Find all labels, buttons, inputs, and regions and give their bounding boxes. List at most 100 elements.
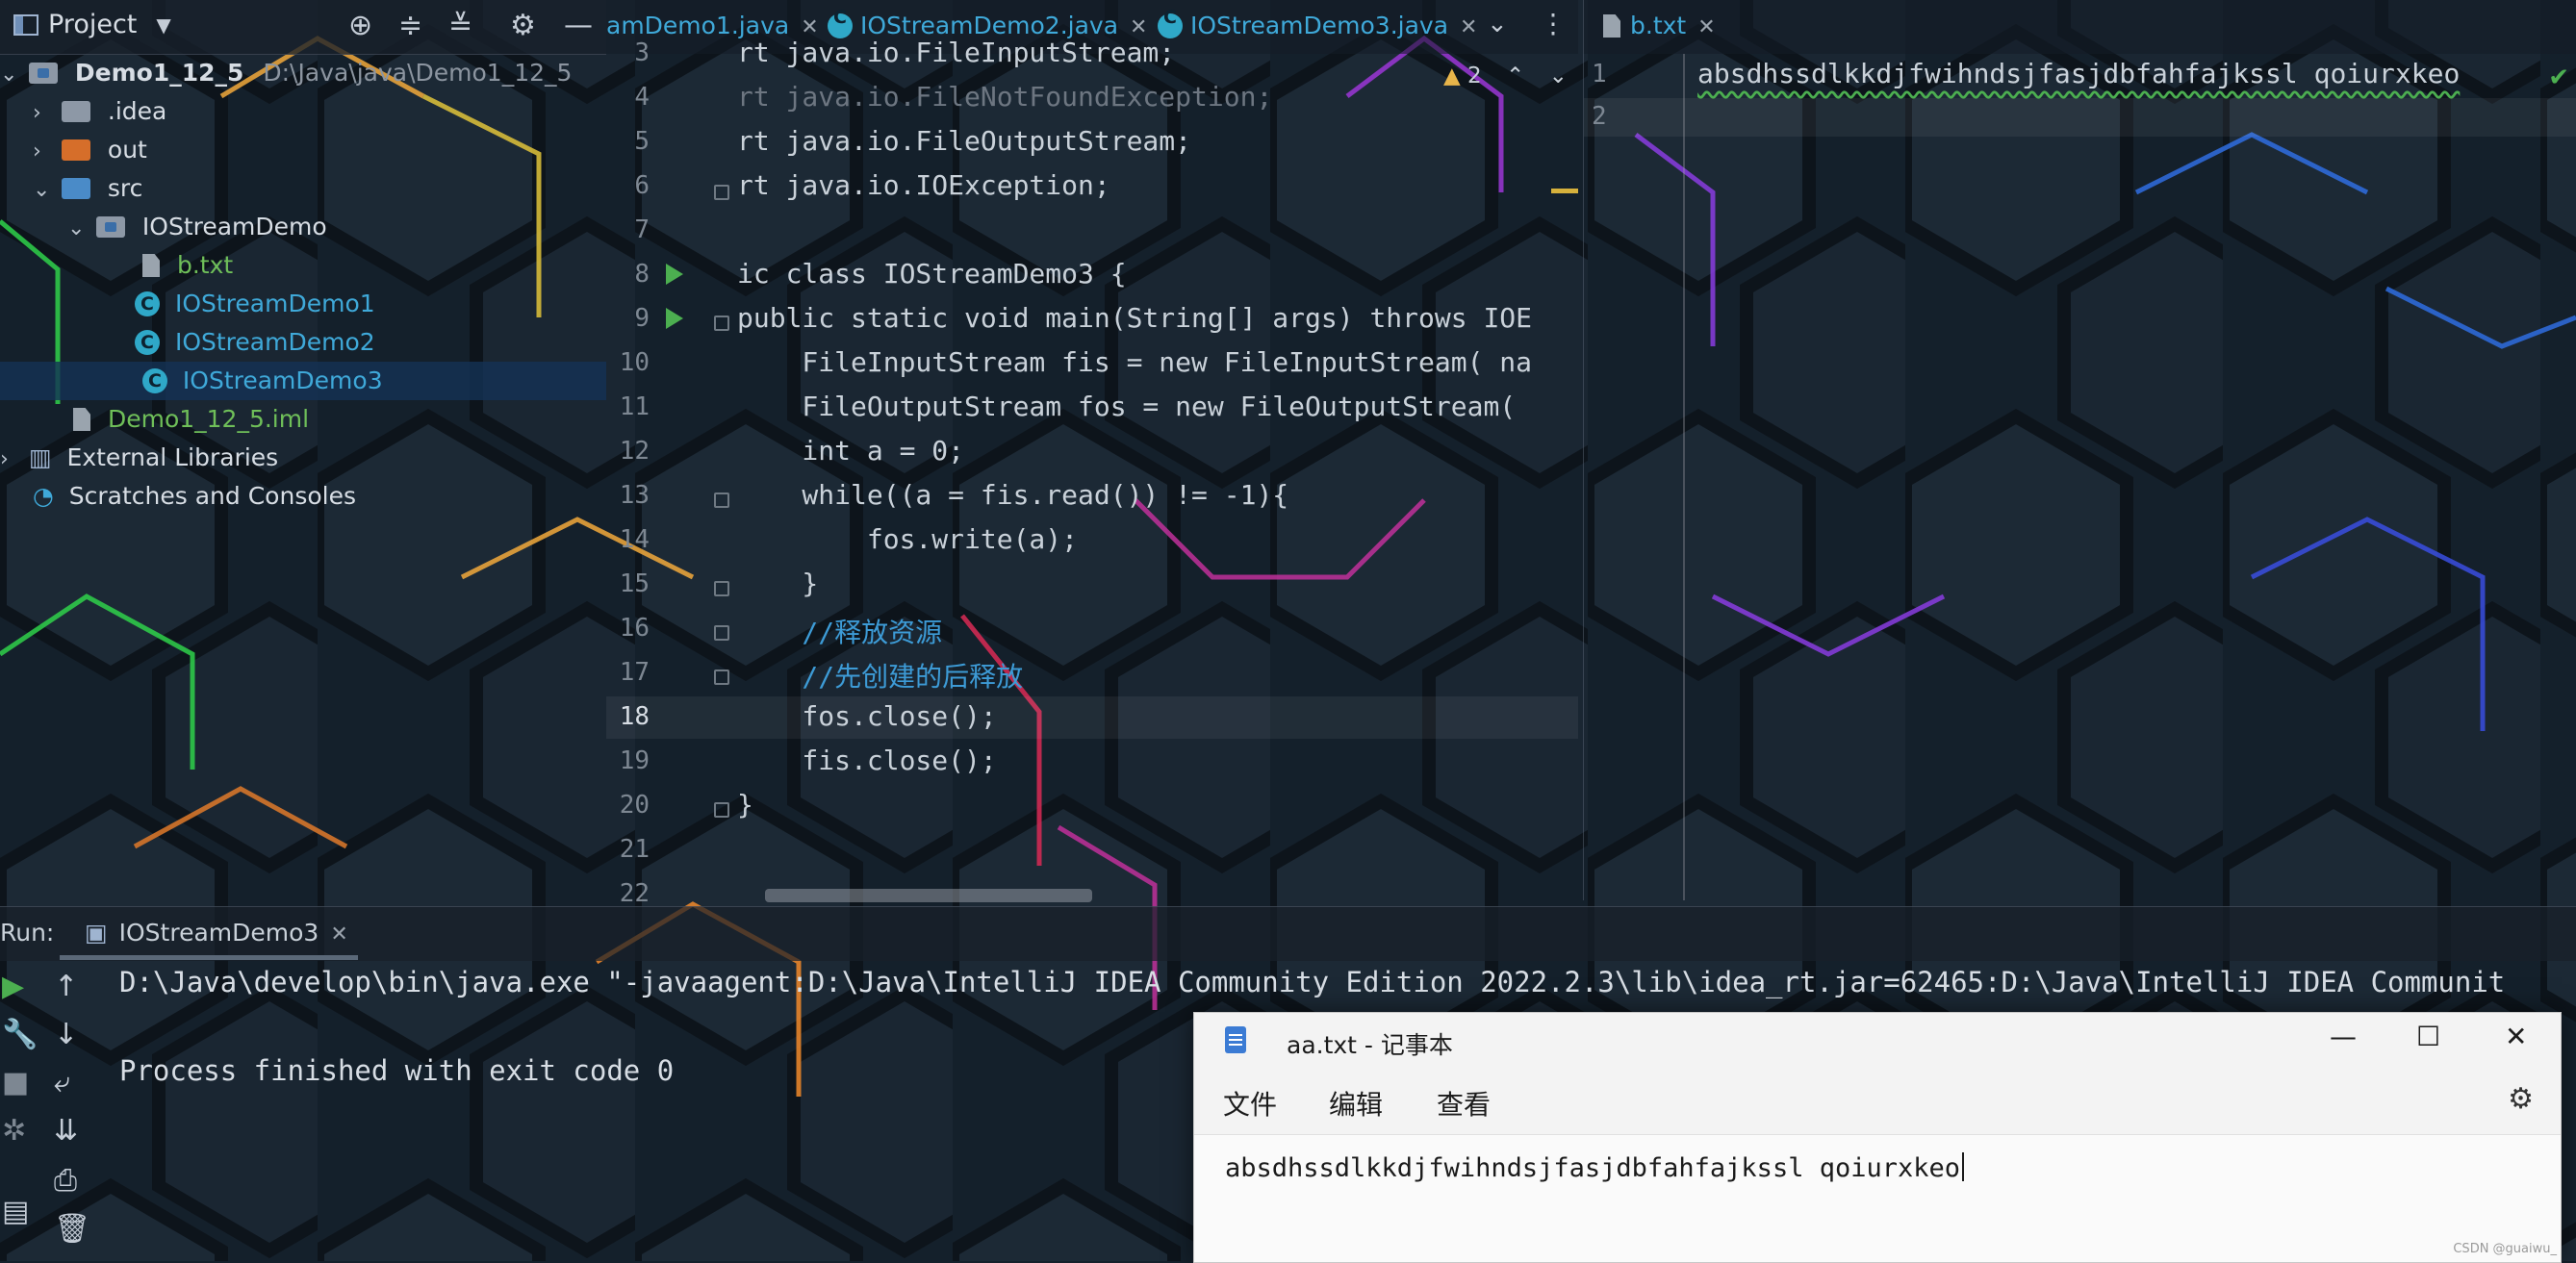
chevron-down-icon[interactable]: ⌄ bbox=[1487, 10, 1508, 38]
tree-item-idea[interactable]: › .idea bbox=[33, 92, 166, 131]
line-number: 7 bbox=[634, 215, 650, 244]
rerun-icon[interactable]: ▶ bbox=[2, 970, 24, 1003]
tab-label: IOStreamDemo3.java bbox=[1190, 12, 1449, 39]
code-line: rt java.io.FileInputStream; bbox=[737, 37, 1176, 68]
caret-row-highlight bbox=[1584, 98, 2576, 137]
tab-iostreamdemo3[interactable]: IOStreamDemo3.java ✕ bbox=[1158, 7, 1477, 39]
java-class-icon bbox=[141, 362, 167, 400]
tree-item-src[interactable]: ⌄ src bbox=[33, 169, 142, 208]
tree-item-label: src bbox=[107, 174, 143, 202]
tree-item-iml[interactable]: Demo1_12_5.iml bbox=[73, 400, 309, 439]
fold-marker-icon[interactable] bbox=[714, 185, 729, 200]
tab-b-txt[interactable]: b.txt ✕ bbox=[1603, 12, 1716, 39]
line-number: 11 bbox=[619, 392, 650, 421]
fold-marker-icon[interactable] bbox=[714, 802, 729, 818]
target-icon[interactable]: ⊕ bbox=[348, 9, 372, 42]
warning-stripe-marker[interactable] bbox=[1551, 189, 1578, 193]
tab-label: amDemo1.java bbox=[606, 12, 790, 39]
menu-file[interactable]: 文件 bbox=[1223, 1084, 1277, 1123]
tab-iostreamdemo2[interactable]: IOStreamDemo2.java✕ bbox=[828, 7, 1147, 39]
fold-marker-icon[interactable] bbox=[714, 581, 729, 596]
chevron-down-icon[interactable]: ⌄ bbox=[1549, 63, 1568, 88]
close-button[interactable]: ✕ bbox=[2505, 1021, 2527, 1052]
maximize-button[interactable]: ☐ bbox=[2416, 1021, 2440, 1052]
tree-item-iostreamdemo3[interactable]: IOStreamDemo3 bbox=[0, 362, 606, 400]
more-options-icon[interactable]: ⋮ bbox=[1540, 8, 1567, 39]
notepad-title: aa.txt - 记事本 bbox=[1287, 1031, 1453, 1059]
line-number: 10 bbox=[619, 348, 650, 377]
collapse-all-icon[interactable]: ≚ bbox=[448, 9, 472, 42]
chevron-up-icon[interactable]: ⌃ bbox=[1506, 63, 1524, 88]
fold-marker-icon[interactable] bbox=[714, 316, 729, 331]
tree-item-scratches[interactable]: ◔ Scratches and Consoles bbox=[33, 477, 356, 516]
stop-icon[interactable]: ■ bbox=[2, 1066, 29, 1099]
module-file-icon bbox=[73, 408, 90, 431]
soft-wrap-icon[interactable]: ⤶ bbox=[54, 1066, 70, 1099]
run-gutter-icon[interactable] bbox=[666, 308, 683, 329]
fold-marker-icon[interactable] bbox=[714, 625, 729, 641]
wrench-icon[interactable]: 🔧 bbox=[2, 1018, 38, 1051]
code-line: while((a = fis.read()) != -1){ bbox=[737, 479, 1289, 511]
console-line: D:\Java\develop\bin\java.exe "-javaagent… bbox=[119, 966, 2506, 998]
gear-icon[interactable]: ⚙ bbox=[510, 9, 536, 42]
source-folder-icon bbox=[61, 178, 90, 199]
chevron-down-icon: ⌄ bbox=[0, 63, 18, 87]
gutter-divider bbox=[1683, 54, 1685, 900]
run-tab-iostreamdemo3[interactable]: ▣ IOStreamDemo3 ✕ bbox=[85, 919, 348, 947]
arrow-up-icon[interactable]: ↑ bbox=[54, 970, 78, 1003]
layout-icon[interactable]: ▤ bbox=[2, 1195, 29, 1228]
tab-iostreamdemo1[interactable]: amDemo1.java ✕ bbox=[606, 12, 819, 39]
line-number: 20 bbox=[619, 791, 650, 820]
project-tree: ⌄ Demo1_12_5 D:\Java\java\Demo1_12_5 › .… bbox=[0, 54, 606, 920]
text-editor-b-txt[interactable]: 1 2 absdhssdlkkdjfwihndsjfasjdbfahfajkss… bbox=[1583, 54, 2576, 900]
line-number: 12 bbox=[619, 437, 650, 466]
line-number: 9 bbox=[634, 304, 650, 333]
inspection-widget[interactable]: ▲ 2 ⌃ ⌄ bbox=[1443, 63, 1568, 88]
notepad-text: absdhssdlkkdjfwihndsjfasjdbfahfajkssl qo… bbox=[1225, 1153, 1961, 1183]
tree-item-label: IOStreamDemo2 bbox=[174, 328, 375, 356]
tree-item-label: Demo1_12_5 bbox=[74, 59, 244, 87]
notepad-menu-bar: 文件 编辑 查看 ⚙ bbox=[1194, 1071, 2561, 1135]
bug-icon[interactable]: ✲ bbox=[2, 1114, 26, 1148]
tree-item-external-libraries[interactable]: › ▥ External Libraries bbox=[0, 439, 278, 477]
scroll-to-end-icon[interactable]: ⇊ bbox=[54, 1114, 78, 1148]
fold-marker-icon[interactable] bbox=[714, 669, 729, 685]
libraries-icon: ▥ bbox=[28, 443, 52, 471]
trash-icon[interactable]: 🗑 bbox=[54, 1212, 90, 1246]
java-class-icon bbox=[1158, 7, 1183, 38]
code-line: rt java.io.FileOutputStream; bbox=[737, 125, 1192, 157]
run-gutter-icon[interactable] bbox=[666, 264, 683, 285]
notepad-title-bar[interactable]: aa.txt - 记事本 — ☐ ✕ bbox=[1194, 1013, 2561, 1071]
code-line: //释放资源 bbox=[737, 617, 943, 648]
tree-item-iostreamdemo2[interactable]: IOStreamDemo2 bbox=[135, 323, 375, 362]
tree-item-iostreamdemo1[interactable]: IOStreamDemo1 bbox=[135, 285, 375, 323]
tree-item-iostreamdemo-package[interactable]: ⌄ IOStreamDemo bbox=[67, 208, 327, 246]
tree-item-b-txt[interactable]: b.txt bbox=[142, 246, 233, 285]
minimize-button[interactable]: — bbox=[2330, 1021, 2357, 1052]
scratches-icon: ◔ bbox=[33, 482, 54, 510]
close-icon[interactable]: ✕ bbox=[1697, 15, 1715, 39]
code-editor[interactable]: ▲ 2 ⌃ ⌄ 3 4 5 6 7 8 9 10 11 12 13 14 15 … bbox=[606, 37, 1578, 908]
project-view-selector[interactable]: Project ▼ bbox=[13, 10, 171, 39]
close-icon[interactable]: ✕ bbox=[330, 922, 347, 947]
horizontal-scrollbar[interactable] bbox=[765, 889, 1092, 902]
arrow-down-icon[interactable]: ↓ bbox=[54, 1018, 78, 1051]
tree-item-demo1-12-5[interactable]: ⌄ Demo1_12_5 D:\Java\java\Demo1_12_5 bbox=[0, 54, 572, 92]
warning-icon: ▲ bbox=[1443, 63, 1461, 88]
module-folder-icon bbox=[28, 63, 58, 84]
tree-item-label: External Libraries bbox=[66, 443, 279, 471]
settings-gear-icon[interactable]: ⚙ bbox=[2508, 1082, 2534, 1116]
print-icon[interactable]: ⎙ bbox=[54, 1164, 77, 1198]
folder-icon bbox=[61, 101, 90, 122]
menu-edit[interactable]: 编辑 bbox=[1329, 1084, 1383, 1123]
code-line: public static void main(String[] args) t… bbox=[737, 302, 1533, 334]
minimize-icon[interactable]: — bbox=[564, 9, 593, 42]
fold-marker-icon[interactable] bbox=[714, 493, 729, 508]
tree-item-out[interactable]: › out bbox=[33, 131, 147, 169]
line-number: 13 bbox=[619, 481, 650, 510]
file-content: absdhssdlkkdjfwihndsjfasjdbfahfajkssl qo… bbox=[1697, 58, 2461, 89]
notepad-text-area[interactable]: absdhssdlkkdjfwihndsjfasjdbfahfajkssl qo… bbox=[1194, 1135, 2561, 1262]
menu-view[interactable]: 查看 bbox=[1437, 1084, 1491, 1123]
close-icon[interactable]: ✕ bbox=[1460, 15, 1477, 39]
expand-all-icon[interactable]: ≑ bbox=[398, 9, 422, 42]
